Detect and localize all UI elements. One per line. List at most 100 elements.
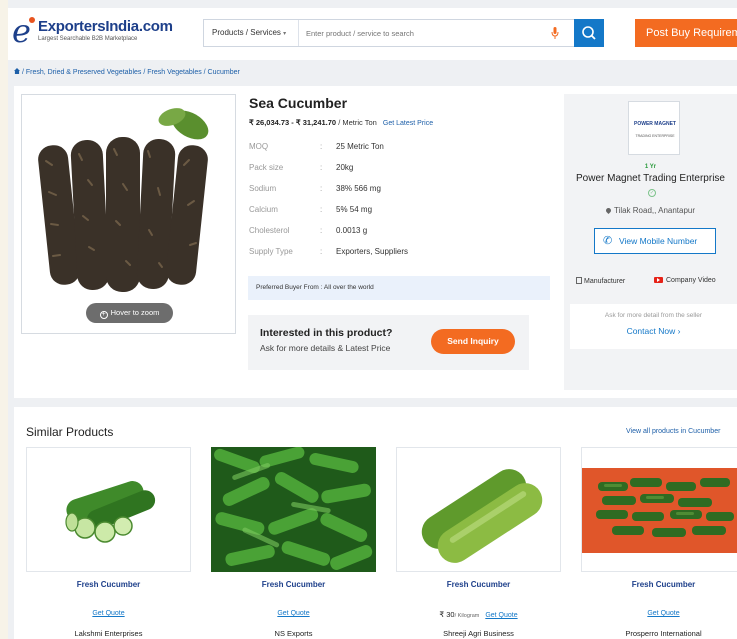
seller-address-text: Tilak Road,, Anantapur bbox=[613, 206, 696, 215]
post-buy-requirement-button[interactable]: Post Buy Requirement bbox=[635, 19, 737, 47]
search-input[interactable] bbox=[302, 20, 542, 46]
inquiry-subtitle: Ask for more details & Latest Price bbox=[260, 343, 391, 353]
similar-product-company[interactable]: Shreeji Agri Business bbox=[396, 629, 561, 638]
spec-colon: : bbox=[320, 184, 323, 193]
chevron-down-icon: ▾ bbox=[283, 31, 287, 37]
inquiry-title: Interested in this product? bbox=[260, 327, 393, 339]
similar-product-price-unit: / Kilogram bbox=[454, 613, 480, 619]
inquiry-box: Interested in this product? Ask for more… bbox=[248, 315, 529, 370]
similar-product-name[interactable]: Fresh Cucumber bbox=[396, 580, 561, 589]
contact-seller-box: Ask for more detail from the seller Cont… bbox=[570, 304, 737, 349]
similar-product-company[interactable]: Prosperro International bbox=[581, 629, 737, 638]
seller-panel: POWER MAGNET TRADING ENTERPRISE 1 Yr Pow… bbox=[564, 94, 737, 390]
spec-value: Exporters, Suppliers bbox=[336, 247, 409, 256]
manufacturer-tag: Manufacturer bbox=[576, 277, 625, 285]
youtube-icon bbox=[654, 277, 663, 283]
building-icon bbox=[576, 277, 582, 284]
site-logo[interactable]: e ExportersIndia.com Largest Searchable … bbox=[12, 14, 173, 54]
similar-product-image[interactable] bbox=[396, 447, 561, 572]
spec-value: 0.0013 g bbox=[336, 226, 368, 235]
similar-product-pricing: Get Quote bbox=[26, 610, 191, 617]
similar-product-image[interactable] bbox=[581, 447, 737, 572]
similar-product-price: ₹ 30/ Kilogram bbox=[439, 610, 479, 619]
company-video-label: Company Video bbox=[666, 277, 716, 284]
site-header: e ExportersIndia.com Largest Searchable … bbox=[8, 8, 737, 60]
cucumber-crate-photo bbox=[582, 448, 737, 571]
similar-product-card[interactable]: Fresh Cucumber Get Quote Lakshmi Enterpr… bbox=[26, 447, 191, 639]
seller-name[interactable]: Power Magnet Trading Enterprise bbox=[564, 173, 737, 184]
similar-product-pricing: ₹ 30/ Kilogram Get Quote bbox=[396, 610, 561, 619]
spec-colon: : bbox=[320, 163, 323, 172]
spec-colon: : bbox=[320, 205, 323, 214]
seller-logo-text: POWER MAGNET bbox=[634, 121, 676, 127]
view-all-products-link[interactable]: View all products in Cucumber bbox=[626, 428, 720, 435]
spec-label: Supply Type bbox=[249, 247, 293, 256]
search-category-select[interactable]: Products / Services ▾ bbox=[204, 20, 299, 46]
search-category-label: Products / Services bbox=[212, 28, 281, 37]
get-quote-link[interactable]: Get Quote bbox=[485, 612, 517, 619]
price-unit: / Metric Ton bbox=[338, 118, 377, 127]
breadcrumb-path[interactable]: / Fresh, Dried & Preserved Vegetables / … bbox=[22, 69, 240, 76]
similar-product-company[interactable]: Lakshmi Enterprises bbox=[26, 629, 191, 638]
cucumber-photo bbox=[65, 481, 156, 543]
get-quote-link[interactable]: Get Quote bbox=[277, 610, 309, 617]
spec-label: Cholesterol bbox=[249, 226, 290, 235]
spec-colon: : bbox=[320, 226, 323, 235]
search-bar: Products / Services ▾ bbox=[203, 19, 575, 47]
search-button[interactable] bbox=[574, 19, 604, 47]
similar-product-image[interactable] bbox=[211, 447, 376, 572]
company-video-link[interactable]: Company Video bbox=[654, 277, 716, 284]
sea-cucumber-photo bbox=[38, 108, 209, 292]
spec-value: 38% 566 mg bbox=[336, 184, 381, 193]
view-mobile-number-button[interactable]: ✆ View Mobile Number bbox=[594, 228, 716, 254]
verified-check-icon: ✓ bbox=[648, 189, 656, 197]
send-inquiry-button[interactable]: Send Inquiry bbox=[431, 329, 515, 354]
manufacturer-label: Manufacturer bbox=[584, 278, 626, 285]
seller-logo[interactable]: POWER MAGNET TRADING ENTERPRISE bbox=[628, 101, 680, 155]
similar-product-image[interactable] bbox=[26, 447, 191, 572]
get-quote-link[interactable]: Get Quote bbox=[92, 610, 124, 617]
product-image[interactable]: + Hover to zoom bbox=[21, 94, 236, 334]
similar-product-name[interactable]: Fresh Cucumber bbox=[211, 580, 376, 589]
home-icon[interactable] bbox=[14, 68, 20, 74]
get-latest-price-link[interactable]: Get Latest Price bbox=[383, 120, 433, 127]
price-range: ₹ 26,034.73 - ₹ 31,241.70 / Metric Ton G… bbox=[249, 118, 433, 127]
spec-label: Calcium bbox=[249, 205, 278, 214]
microphone-icon[interactable] bbox=[551, 27, 559, 39]
location-pin-icon bbox=[604, 206, 612, 215]
page: e ExportersIndia.com Largest Searchable … bbox=[8, 0, 737, 639]
seller-address: Tilak Road,, Anantapur bbox=[564, 206, 737, 215]
logo-dot bbox=[29, 17, 35, 23]
similar-product-name[interactable]: Fresh Cucumber bbox=[26, 580, 191, 589]
spec-value: 20kg bbox=[336, 163, 354, 172]
similar-product-card[interactable]: Fresh Cucumber Get Quote NS Exports bbox=[211, 447, 376, 639]
spec-colon: : bbox=[320, 247, 323, 256]
spec-value: 5% 54 mg bbox=[336, 205, 373, 214]
zoom-icon: + bbox=[99, 311, 108, 319]
preferred-buyer-banner: Preferred Buyer From : All over the worl… bbox=[248, 276, 550, 300]
spec-colon: : bbox=[320, 142, 323, 151]
hover-to-zoom-label: Hover to zoom bbox=[110, 308, 160, 317]
similar-product-price-value: ₹ 30 bbox=[439, 610, 455, 619]
similar-product-pricing: Get Quote bbox=[211, 610, 376, 617]
phone-icon: ✆ bbox=[603, 235, 613, 247]
cucumber-pile-photo bbox=[211, 447, 376, 572]
breadcrumb: / Fresh, Dried & Preserved Vegetables / … bbox=[14, 68, 240, 76]
spec-label: MOQ bbox=[249, 142, 269, 151]
similar-product-card[interactable]: Fresh Cucumber ₹ 30/ Kilogram Get Quote … bbox=[396, 447, 561, 639]
spec-value: 25 Metric Ton bbox=[336, 142, 384, 151]
contact-now-link[interactable]: Contact Now › bbox=[570, 326, 737, 336]
view-mobile-number-label: View Mobile Number bbox=[619, 236, 698, 246]
similar-product-name[interactable]: Fresh Cucumber bbox=[581, 580, 737, 589]
similar-product-company[interactable]: NS Exports bbox=[211, 629, 376, 638]
price-range-value: ₹ 26,034.73 - ₹ 31,241.70 bbox=[249, 118, 337, 127]
search-icon bbox=[582, 26, 596, 40]
product-card: + Hover to zoom Sea Cucumber ₹ 26,034.73 … bbox=[14, 86, 737, 398]
cucumber-pair-photo bbox=[421, 469, 543, 563]
seller-logo-subtext: TRADING ENTERPRISE bbox=[635, 134, 675, 138]
seller-years-badge: 1 Yr bbox=[644, 164, 657, 170]
similar-product-card[interactable]: Fresh Cucumber Get Quote Prosperro Inter… bbox=[581, 447, 737, 639]
similar-products-title: Similar Products bbox=[26, 425, 114, 439]
logo-name: ExportersIndia.com bbox=[38, 18, 173, 35]
get-quote-link[interactable]: Get Quote bbox=[647, 610, 679, 617]
